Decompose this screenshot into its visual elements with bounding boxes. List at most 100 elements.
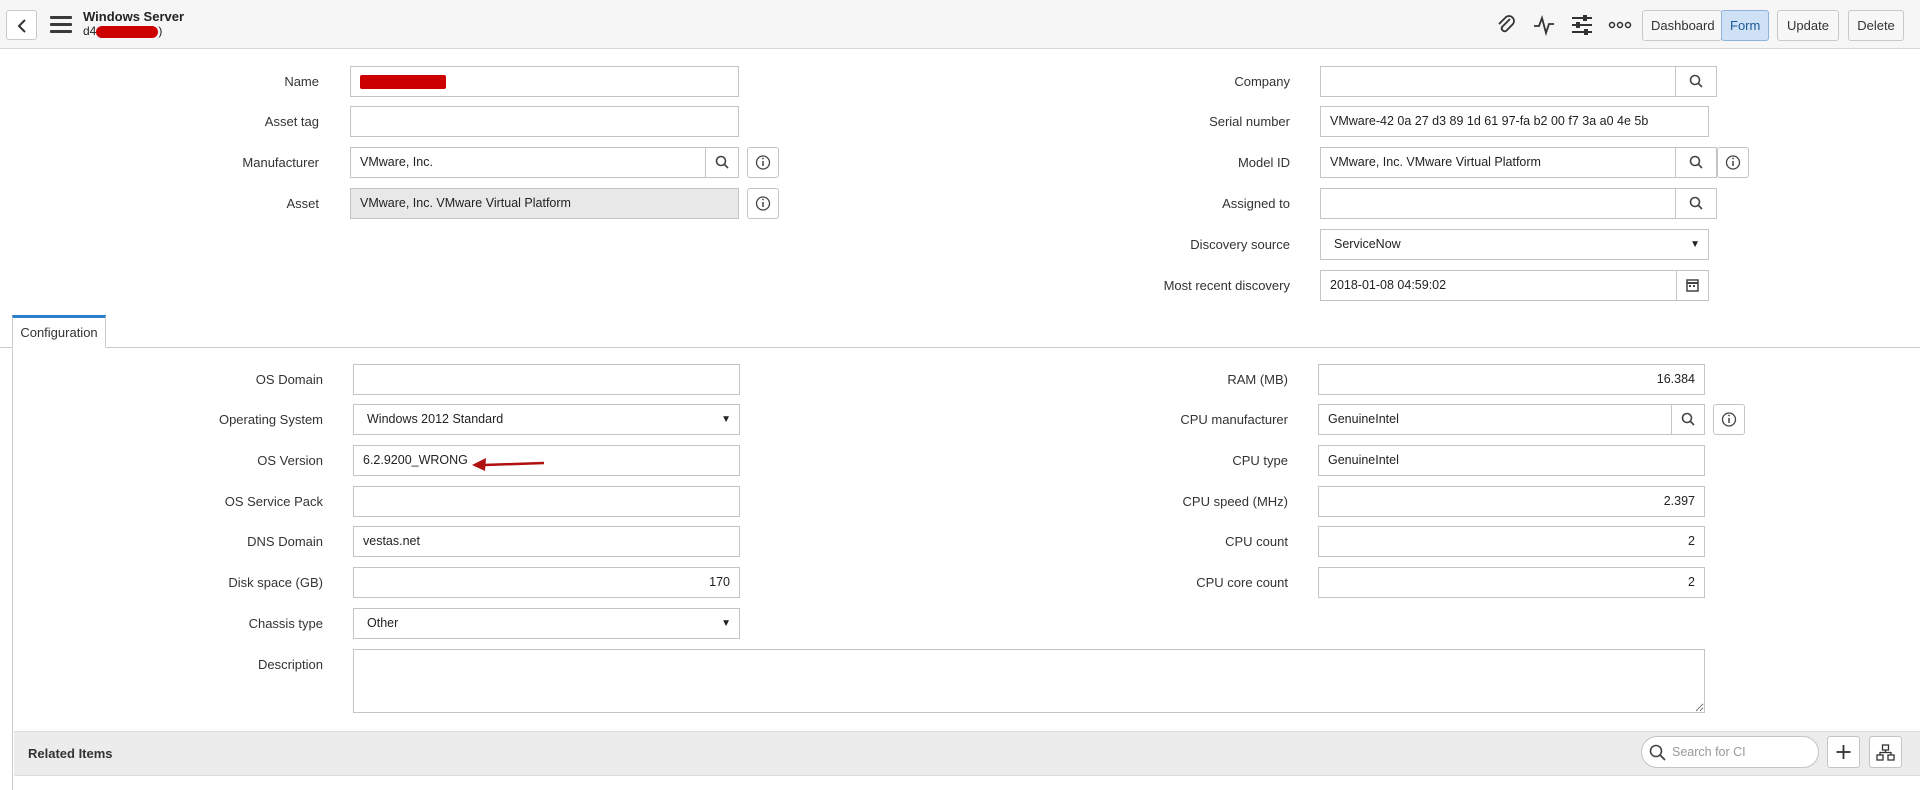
os-domain-field[interactable] xyxy=(353,364,740,395)
most-recent-discovery-label: Most recent discovery xyxy=(1163,278,1290,293)
assigned-to-lookup-button[interactable] xyxy=(1675,188,1717,219)
name-label: Name xyxy=(284,74,319,89)
cpu-core-count-label: CPU core count xyxy=(1196,575,1288,590)
os-service-pack-label: OS Service Pack xyxy=(224,494,323,509)
record-title: Windows Server xyxy=(83,9,185,24)
description-label: Description xyxy=(257,657,323,672)
back-button[interactable] xyxy=(6,10,37,40)
os-service-pack-field[interactable] xyxy=(353,486,740,517)
description-textarea[interactable] xyxy=(353,649,1705,713)
annotation-arrow-icon xyxy=(472,458,545,471)
chassis-type-select[interactable]: Other ▼ xyxy=(353,608,740,639)
related-items-title: Related Items xyxy=(28,746,113,761)
model-id-lookup-button[interactable] xyxy=(1675,147,1717,178)
related-items-bar: Related Items xyxy=(14,731,1920,776)
record-subtitle: d4) xyxy=(83,25,162,38)
search-icon xyxy=(1681,412,1695,426)
chassis-type-label: Chassis type xyxy=(248,616,323,631)
company-lookup-button[interactable] xyxy=(1675,66,1717,97)
tab-configuration[interactable]: Configuration xyxy=(12,315,106,348)
dropdown-arrow-icon: ▼ xyxy=(721,618,731,629)
discovery-source-value: ServiceNow xyxy=(1334,237,1401,251)
back-icon xyxy=(17,19,26,33)
update-button[interactable]: Update xyxy=(1777,10,1839,41)
assigned-to-label: Assigned to xyxy=(1222,196,1290,211)
cpu-speed-field[interactable]: 2.397 xyxy=(1318,486,1705,517)
serial-number-label: Serial number xyxy=(1209,114,1290,129)
search-icon xyxy=(1689,74,1703,88)
dropdown-arrow-icon: ▼ xyxy=(721,414,731,425)
model-id-field[interactable]: VMware, Inc. VMware Virtual Platform xyxy=(1320,147,1676,178)
cpu-type-label: CPU type xyxy=(1232,453,1288,468)
plus-icon xyxy=(1836,745,1851,759)
manufacturer-info-button[interactable] xyxy=(747,147,779,178)
redacted-block xyxy=(360,74,446,89)
cpu-manufacturer-field[interactable]: GenuineIntel xyxy=(1318,404,1672,435)
menu-icon[interactable] xyxy=(50,16,72,34)
search-icon xyxy=(1689,196,1703,210)
name-field[interactable] xyxy=(350,66,739,97)
chassis-type-value: Other xyxy=(367,616,399,630)
asset-field: VMware, Inc. VMware Virtual Platform xyxy=(350,188,739,219)
calendar-button[interactable] xyxy=(1676,270,1709,301)
search-icon xyxy=(715,155,729,169)
cpu-speed-label: CPU speed (MHz) xyxy=(1182,494,1288,509)
tab-divider xyxy=(0,347,1920,348)
discovery-source-select[interactable]: ServiceNow ▼ xyxy=(1320,229,1709,260)
company-field[interactable] xyxy=(1320,66,1676,97)
cpu-count-label: CPU count xyxy=(1225,534,1288,549)
form-button[interactable]: Form xyxy=(1721,10,1769,41)
add-related-button[interactable] xyxy=(1827,736,1860,768)
cpu-manufacturer-info-button[interactable] xyxy=(1713,404,1745,435)
asset-tag-field[interactable] xyxy=(350,106,739,137)
os-domain-label: OS Domain xyxy=(255,372,323,387)
operating-system-select[interactable]: Windows 2012 Standard ▼ xyxy=(353,404,740,435)
ram-field[interactable]: 16.384 xyxy=(1318,364,1705,395)
activity-icon[interactable] xyxy=(1532,13,1556,37)
dashboard-button[interactable]: Dashboard xyxy=(1642,10,1722,41)
ram-label: RAM (MB) xyxy=(1227,372,1288,387)
model-id-label: Model ID xyxy=(1237,155,1290,170)
delete-button[interactable]: Delete xyxy=(1848,10,1904,41)
dns-domain-field[interactable]: vestas.net xyxy=(353,526,740,557)
disk-space-label: Disk space (GB) xyxy=(228,575,323,590)
most-recent-discovery-field[interactable]: 2018-01-08 04:59:02 xyxy=(1320,270,1677,301)
more-icon[interactable] xyxy=(1608,13,1632,37)
search-icon xyxy=(1649,744,1666,761)
manufacturer-lookup-button[interactable] xyxy=(705,147,739,178)
cpu-count-field[interactable]: 2 xyxy=(1318,526,1705,557)
asset-info-button[interactable] xyxy=(747,188,779,219)
company-label: Company xyxy=(1234,74,1290,89)
settings-sliders-icon[interactable] xyxy=(1570,13,1594,37)
attachment-icon[interactable] xyxy=(1494,13,1518,37)
cpu-core-count-field[interactable]: 2 xyxy=(1318,567,1705,598)
form-header: Windows Server d4) Dashboard Form Update… xyxy=(0,0,1920,49)
subtitle-suffix: ) xyxy=(158,24,163,38)
os-version-field[interactable]: 6.2.9200_WRONG xyxy=(353,445,740,476)
operating-system-label: Operating System xyxy=(218,412,323,427)
dns-domain-label: DNS Domain xyxy=(247,534,323,549)
redacted-block xyxy=(96,25,159,38)
os-version-label: OS Version xyxy=(257,453,323,468)
assigned-to-field[interactable] xyxy=(1320,188,1676,219)
cpu-manufacturer-label: CPU manufacturer xyxy=(1180,412,1288,427)
cpu-type-field[interactable]: GenuineIntel xyxy=(1318,445,1705,476)
serial-number-field[interactable]: VMware-42 0a 27 d3 89 1d 61 97-fa b2 00 … xyxy=(1320,106,1709,137)
model-id-info-button[interactable] xyxy=(1717,147,1749,178)
search-icon xyxy=(1689,155,1703,169)
info-icon xyxy=(755,196,771,211)
info-icon xyxy=(1721,412,1737,427)
manufacturer-field[interactable]: VMware, Inc. xyxy=(350,147,706,178)
section-border xyxy=(12,348,13,790)
cpu-manufacturer-lookup-button[interactable] xyxy=(1671,404,1705,435)
disk-space-field[interactable]: 170 xyxy=(353,567,740,598)
dropdown-arrow-icon: ▼ xyxy=(1690,239,1700,250)
relationship-map-button[interactable] xyxy=(1869,736,1902,768)
subtitle-prefix: d4 xyxy=(83,24,97,38)
asset-label: Asset xyxy=(286,196,319,211)
calendar-icon xyxy=(1686,279,1699,292)
asset-tag-label: Asset tag xyxy=(264,114,319,129)
info-icon xyxy=(1725,155,1741,170)
discovery-source-label: Discovery source xyxy=(1190,237,1290,252)
operating-system-value: Windows 2012 Standard xyxy=(367,412,504,426)
